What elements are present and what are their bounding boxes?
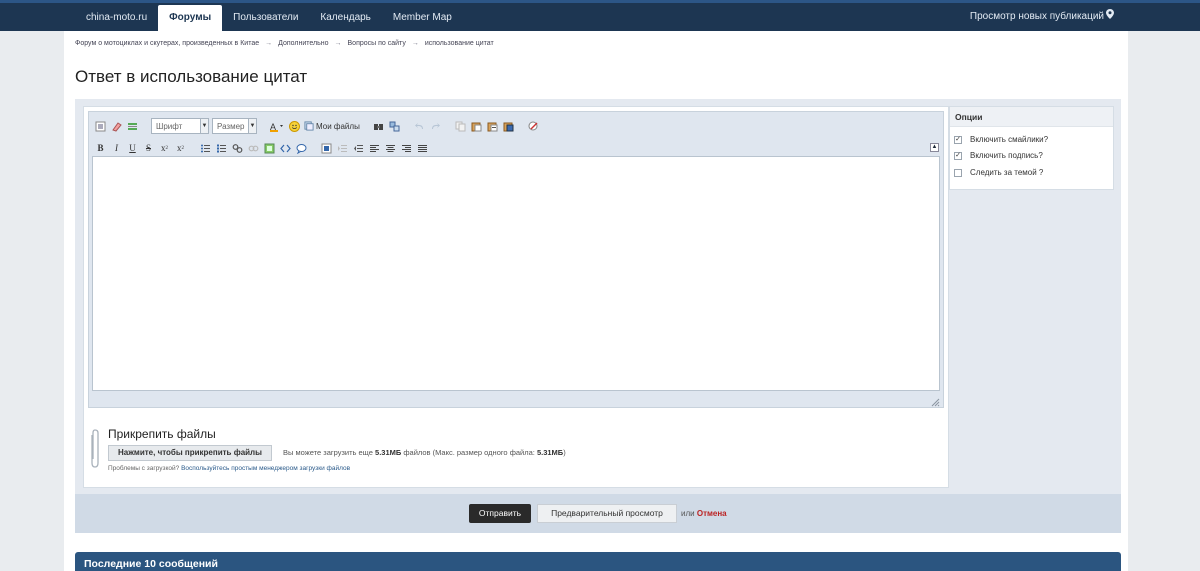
cancel-group: или Отмена <box>681 509 727 518</box>
option-label: Включить подпись? <box>970 151 1043 160</box>
image-icon[interactable] <box>263 142 276 155</box>
chevron-down-icon: ▼ <box>200 119 208 133</box>
upload-note-prefix: Вы можете загрузить еще <box>283 448 373 457</box>
option-label: Следить за темой ? <box>970 168 1044 177</box>
my-files-label: Мои файлы <box>316 121 360 131</box>
option-enable-emoticons[interactable]: ✓ Включить смайлики? <box>954 135 1048 144</box>
option-follow-topic[interactable]: Следить за темой ? <box>954 168 1043 177</box>
collapse-toolbar-button[interactable]: ▲ <box>930 143 939 152</box>
italic-icon[interactable]: I <box>110 142 123 155</box>
breadcrumb-separator: → <box>334 40 342 47</box>
files-icon <box>304 121 314 131</box>
unlink-icon[interactable] <box>247 142 260 155</box>
underline-icon[interactable]: U <box>126 142 139 155</box>
view-new-posts-link[interactable]: Просмотр новых публикаций <box>960 3 1114 31</box>
option-enable-signature[interactable]: ✓ Включить подпись? <box>954 151 1043 160</box>
remove-format-icon[interactable] <box>110 120 123 133</box>
preview-button[interactable]: Предварительный просмотр <box>537 504 677 523</box>
breadcrumb-item-forum[interactable]: Форум о мотоциклах и скутерах, произведе… <box>75 40 259 47</box>
copy-icon[interactable] <box>454 120 467 133</box>
cancel-link[interactable]: Отмена <box>697 509 727 518</box>
breadcrumb-item-extra[interactable]: Дополнительно <box>278 40 328 47</box>
upload-note-mid: файлов (Макс. размер одного файла: <box>403 448 535 457</box>
main-nav: china-moto.ru Форумы Пользователи Календ… <box>75 5 463 31</box>
breadcrumb-separator: → <box>411 40 419 47</box>
submit-button[interactable]: Отправить <box>469 504 531 523</box>
basic-uploader-link[interactable]: Воспользуйтесь простым менеджером загруз… <box>181 465 350 472</box>
strikethrough-icon[interactable]: S <box>142 142 155 155</box>
rich-text-editor: Шрифт ▼ Размер ▼ A Мои файлы B I U S x2 x2 <box>88 111 944 408</box>
text-color-icon[interactable]: A <box>269 120 285 133</box>
font-select[interactable]: Шрифт ▼ <box>151 118 209 134</box>
checkbox-unchecked-icon[interactable] <box>954 168 962 177</box>
recent-posts-header: Последние 10 сообщений <box>75 552 1121 571</box>
upload-max-size: 5.31МБ <box>536 448 564 457</box>
breadcrumb-item-topic[interactable]: использование цитат <box>425 40 494 47</box>
paste-word-icon[interactable] <box>502 120 515 133</box>
upload-remaining-size: 5.31МБ <box>375 448 402 457</box>
horizontal-rule-icon[interactable] <box>126 120 139 133</box>
special-char-icon[interactable] <box>320 142 333 155</box>
paste-icon[interactable] <box>470 120 483 133</box>
size-select-value: Размер <box>217 121 245 131</box>
superscript-icon[interactable]: x2 <box>174 142 187 155</box>
nav-tab-forums[interactable]: Форумы <box>158 5 223 31</box>
message-textarea[interactable] <box>92 156 940 391</box>
quote-icon[interactable] <box>295 142 308 155</box>
upload-help-prefix: Проблемы с загрузкой? <box>108 465 180 472</box>
checkbox-checked-icon[interactable]: ✓ <box>954 151 962 160</box>
code-icon[interactable] <box>279 142 292 155</box>
source-mode-icon[interactable] <box>94 120 107 133</box>
undo-icon[interactable] <box>413 120 426 133</box>
indent-icon[interactable] <box>336 142 349 155</box>
attach-files-button[interactable]: Нажмите, чтобы прикрепить файлы <box>108 445 272 461</box>
find-icon[interactable] <box>372 120 385 133</box>
align-left-icon[interactable] <box>368 142 381 155</box>
or-label: или <box>681 509 695 518</box>
font-select-value: Шрифт <box>156 121 183 131</box>
editor-toolbar-top: Шрифт ▼ Размер ▼ A Мои файлы <box>94 116 540 136</box>
redo-icon[interactable] <box>429 120 442 133</box>
nav-tab-users[interactable]: Пользователи <box>222 5 309 31</box>
attach-files-title: Прикрепить файлы <box>108 427 216 441</box>
paste-text-icon[interactable] <box>486 120 499 133</box>
resize-handle-icon[interactable] <box>931 396 940 407</box>
map-pin-icon[interactable] <box>1102 3 1118 31</box>
editor-toolbar-bottom: B I U S x2 x2 <box>94 138 429 158</box>
outdent-icon[interactable] <box>352 142 365 155</box>
link-icon[interactable] <box>231 142 244 155</box>
upload-limit-note: Вы можете загрузить еще 5.31МБ файлов (М… <box>283 448 566 457</box>
page-title: Ответ в использование цитат <box>75 67 308 86</box>
my-files-button[interactable]: Мои файлы <box>304 121 360 131</box>
upload-note-suffix: ) <box>563 448 566 457</box>
size-select[interactable]: Размер ▼ <box>212 118 257 134</box>
nav-site-home[interactable]: china-moto.ru <box>75 5 158 31</box>
breadcrumb-separator: → <box>265 40 273 47</box>
checkbox-checked-icon[interactable]: ✓ <box>954 135 962 144</box>
spellcheck-icon[interactable] <box>527 120 540 133</box>
chevron-down-icon: ▼ <box>248 119 256 133</box>
numbered-list-icon[interactable] <box>215 142 228 155</box>
nav-tab-calendar[interactable]: Календарь <box>309 5 381 31</box>
align-right-icon[interactable] <box>400 142 413 155</box>
options-panel: Опции ✓ Включить смайлики? ✓ Включить по… <box>949 106 1114 190</box>
breadcrumb-item-site-questions[interactable]: Вопросы по сайту <box>348 40 406 47</box>
upload-help: Проблемы с загрузкой? Воспользуйтесь про… <box>108 465 350 472</box>
align-center-icon[interactable] <box>384 142 397 155</box>
breadcrumb: Форум о мотоциклах и скутерах, произведе… <box>75 40 494 47</box>
align-justify-icon[interactable] <box>416 142 429 155</box>
option-label: Включить смайлики? <box>970 135 1049 144</box>
nav-tab-member-map[interactable]: Member Map <box>382 5 463 31</box>
bold-icon[interactable]: B <box>94 142 107 155</box>
paperclip-icon <box>91 429 99 468</box>
smiley-icon[interactable] <box>288 120 301 133</box>
subscript-icon[interactable]: x2 <box>158 142 171 155</box>
bullet-list-icon[interactable] <box>199 142 212 155</box>
replace-icon[interactable] <box>388 120 401 133</box>
options-title: Опции <box>950 107 1113 127</box>
